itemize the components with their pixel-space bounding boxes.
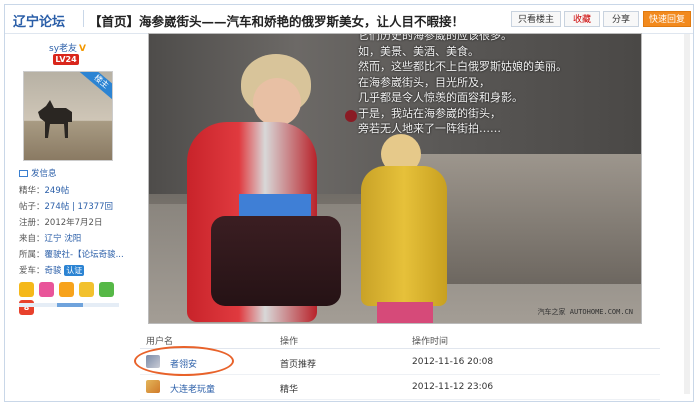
medal-scroll[interactable] xyxy=(19,303,119,307)
author-name-text[interactable]: sy老友 xyxy=(49,44,77,54)
photo-woman-face xyxy=(253,78,301,126)
certified-badge: 认证 xyxy=(64,265,85,276)
photo-camera xyxy=(345,110,357,122)
log-action: 精华 xyxy=(280,385,299,395)
stat-registered: 注册：2012年7月2日 xyxy=(19,216,102,228)
poem-line: 如，美景、美酒、美食。 xyxy=(358,44,479,58)
stat-value[interactable]: 覆驶社-【论坛奇骏... xyxy=(45,250,124,260)
thread-header: 辽宁论坛 【首页】海参崴街头——汽车和娇艳的俄罗斯美女，让人目不暇接！ 只看楼主… xyxy=(5,5,693,34)
medal-icon[interactable] xyxy=(58,282,74,297)
photo-watermark: 汽车之家 AUTOHOME.COM.CN xyxy=(537,308,633,316)
car-key: 爱车： xyxy=(19,266,45,276)
stat-key: 注册： xyxy=(19,218,45,228)
column-header: 操作 xyxy=(280,337,299,347)
column-header: 用户名 xyxy=(146,337,174,347)
log-time: 2012-11-16 20:08 xyxy=(412,357,494,367)
log-action: 首页推荐 xyxy=(280,360,317,370)
log-time: 2012-11-12 23:06 xyxy=(412,382,494,392)
author-sidebar: sy老友 V LV24 楼主 发信息 精华：249帖 帖子：274帖 | 1737… xyxy=(5,33,133,315)
car-value[interactable]: 奇骏 xyxy=(45,266,62,276)
medal-icon[interactable] xyxy=(38,282,54,297)
photo-girl-legs xyxy=(377,302,433,323)
author-name[interactable]: sy老友 V xyxy=(49,41,86,54)
poem-line: 在海参崴街头，目光所及， xyxy=(358,75,490,89)
forum-name-link[interactable]: 辽宁论坛 xyxy=(13,11,65,30)
stat-key: 所属： xyxy=(19,250,45,260)
avatar[interactable]: 楼主 xyxy=(23,71,113,161)
poem-line: 它们历史的海参崴的应该很多。 xyxy=(358,33,512,42)
stat-car: 爱车：奇骏 认证 xyxy=(19,264,85,276)
horse-icon xyxy=(38,100,72,138)
table-header: 用户名 操作 操作时间 xyxy=(140,330,660,349)
stat-key: 精华： xyxy=(19,186,45,196)
column-header: 操作时间 xyxy=(412,337,449,347)
stat-value: 2012年7月2日 xyxy=(44,218,103,228)
thread-title: 【首页】海参崴街头——汽车和娇艳的俄罗斯美女，让人目不暇接！ xyxy=(89,14,465,29)
stat-location: 来自：辽宁 沈阳 xyxy=(19,232,81,244)
stat-club: 所属：覆驶社-【论坛奇骏... xyxy=(19,248,124,260)
verified-icon: V xyxy=(79,44,86,54)
send-message-link[interactable]: 发信息 xyxy=(19,167,57,179)
stat-key: 帖子： xyxy=(19,202,45,212)
level-badge: LV24 xyxy=(53,54,79,65)
stat-posts: 帖子：274帖 | 17377回 xyxy=(19,200,113,212)
page-scrollbar[interactable] xyxy=(684,34,690,394)
stat-digest: 精华：249帖 xyxy=(19,184,69,196)
mail-icon xyxy=(19,170,28,177)
quick-reply-button[interactable]: 快速回复 xyxy=(643,11,691,27)
poem-line: 于是，我站在海参崴的街头， xyxy=(358,106,501,120)
medal-scroll-thumb[interactable] xyxy=(57,303,83,307)
poem-line: 旁若无人地来了一阵街拍…… xyxy=(358,122,501,135)
user-avatar[interactable] xyxy=(146,380,160,393)
table-row: 大连老玩童 精华 2012-11-12 23:06 xyxy=(140,375,660,400)
medal-icon[interactable] xyxy=(19,282,34,297)
header-divider xyxy=(83,10,84,27)
op-tag: 楼主 xyxy=(77,72,112,103)
post-photo: 它们历史的海参崴的应该很多。 如，美景、美酒、美食。 然而，这些都比不上白俄罗斯… xyxy=(148,33,642,324)
highlight-circle xyxy=(134,346,234,376)
stat-value[interactable]: 249帖 xyxy=(45,186,70,196)
photo-girl-coat xyxy=(361,166,447,306)
stat-key: 来自： xyxy=(19,234,45,244)
send-message-label[interactable]: 发信息 xyxy=(31,169,57,179)
medal-icon[interactable] xyxy=(78,282,94,297)
stat-value[interactable]: 274帖 | 17377回 xyxy=(45,202,114,212)
medal-row: 8 xyxy=(19,282,133,315)
stat-value[interactable]: 辽宁 沈阳 xyxy=(45,234,82,244)
poem-line: 几乎都是令人惊羡的面容和身影。 xyxy=(358,91,523,104)
favorite-button[interactable]: 收藏 xyxy=(564,11,600,27)
log-user[interactable]: 大连老玩童 xyxy=(170,382,215,395)
photo-poem-overlay: 它们历史的海参崴的应该很多。 如，美景、美酒、美食。 然而，这些都比不上白俄罗斯… xyxy=(358,33,567,137)
medal-icon[interactable] xyxy=(98,282,114,297)
share-button[interactable]: 分享 xyxy=(603,11,639,27)
only-op-button[interactable]: 只看楼主 xyxy=(511,11,561,27)
photo-handbag xyxy=(211,216,341,306)
poem-line: 然而，这些都比不上白俄罗斯姑娘的美丽。 xyxy=(358,60,567,73)
